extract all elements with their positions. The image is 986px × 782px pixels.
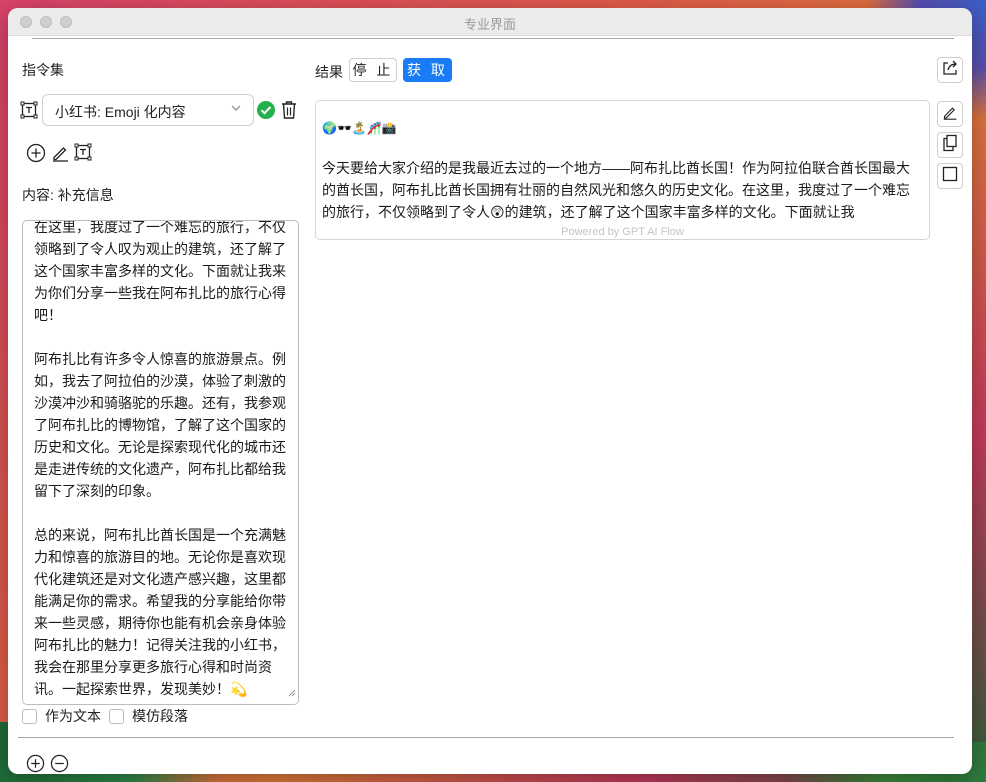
instruction-set-label: 指令集 bbox=[22, 62, 64, 78]
top-divider bbox=[32, 38, 954, 39]
content-label: 内容: 补充信息 bbox=[22, 187, 114, 203]
trash-icon[interactable] bbox=[280, 100, 298, 120]
content-textarea-text: 在这里，我度过了一个难忘的旅行，不仅领略到了令人叹为观止的建筑，还了解了这个国家… bbox=[34, 220, 286, 697]
app-window: 专业界面 指令集 小红书: Emoji 化内容 内容: 补充信息 在这里，我度过… bbox=[8, 8, 972, 774]
edit-pencil-icon[interactable] bbox=[51, 143, 70, 162]
imitate-paragraph-option[interactable]: 模仿段落 bbox=[109, 706, 188, 726]
share-icon bbox=[941, 59, 959, 82]
imitate-paragraph-checkbox[interactable] bbox=[109, 708, 124, 724]
title-bar: 专业界面 bbox=[8, 8, 972, 36]
result-label: 结果 bbox=[315, 64, 343, 80]
text-frame-icon[interactable] bbox=[74, 143, 92, 161]
add-circle-icon[interactable] bbox=[26, 754, 45, 773]
content-textarea[interactable]: 在这里，我度过了一个难忘的旅行，不仅领略到了令人叹为观止的建筑，还了解了这个国家… bbox=[22, 220, 299, 705]
edit-pencil-icon bbox=[942, 104, 958, 125]
result-text: 今天要给大家介绍的是我最近去过的一个地方——阿布扎比酋长国！作为阿拉伯联合酋长国… bbox=[322, 160, 910, 220]
result-panel: 🌍🕶️🏝️🎢📸 今天要给大家介绍的是我最近去过的一个地方——阿布扎比酋长国！作为… bbox=[315, 100, 930, 240]
remove-circle-icon[interactable] bbox=[50, 754, 69, 773]
fetch-button[interactable]: 获 取 bbox=[403, 58, 452, 82]
stop-button[interactable]: 停 止 bbox=[349, 58, 397, 82]
instruction-select[interactable]: 小红书: Emoji 化内容 bbox=[42, 94, 254, 126]
window-title: 专业界面 bbox=[463, 17, 516, 32]
resize-grip-icon[interactable] bbox=[288, 684, 296, 702]
as-text-label: 作为文本 bbox=[45, 708, 101, 724]
confirm-check-icon[interactable] bbox=[256, 100, 276, 120]
instruction-select-value: 小红书: Emoji 化内容 bbox=[55, 104, 186, 120]
copy-button[interactable] bbox=[937, 132, 963, 158]
as-text-option[interactable]: 作为文本 bbox=[22, 706, 101, 726]
bottom-divider bbox=[18, 737, 954, 738]
result-emoji-line: 🌍🕶️🏝️🎢📸 bbox=[322, 121, 397, 135]
share-button[interactable] bbox=[937, 57, 963, 83]
edit-button[interactable] bbox=[937, 101, 963, 127]
chevron-down-icon bbox=[229, 101, 243, 118]
add-circle-icon[interactable] bbox=[26, 143, 46, 163]
imitate-paragraph-label: 模仿段落 bbox=[132, 708, 188, 724]
copy-icon bbox=[942, 134, 958, 157]
fullscreen-button[interactable] bbox=[937, 163, 963, 189]
text-frame-icon[interactable] bbox=[20, 101, 38, 119]
as-text-checkbox[interactable] bbox=[22, 708, 37, 724]
powered-by-footer: Powered by GPT AI Flow bbox=[561, 226, 684, 238]
square-icon bbox=[942, 166, 958, 187]
